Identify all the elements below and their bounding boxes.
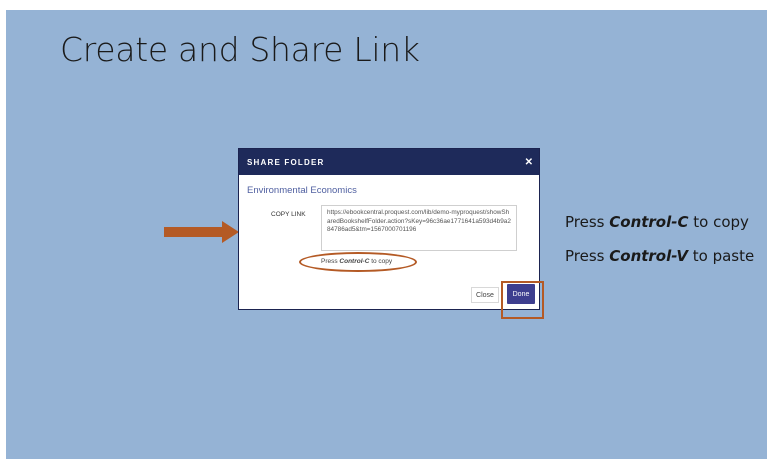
instruction-copy: Press Control-C to copy [565, 213, 749, 231]
dialog-header: SHARE FOLDER ✕ [239, 149, 539, 175]
copy-hint: Press Control-C to copy [321, 258, 392, 265]
instruction-paste-key: Control-V [609, 247, 688, 265]
dialog-title: SHARE FOLDER [247, 157, 325, 167]
done-highlight-frame [501, 281, 544, 319]
copy-hint-prefix: Press [321, 258, 340, 265]
instruction-paste-suffix: to paste [688, 247, 755, 265]
copy-hint-key: Control-C [339, 258, 370, 265]
instruction-paste-prefix: Press [565, 247, 610, 265]
arrow-right-icon [164, 221, 239, 243]
instruction-copy-key: Control-C [609, 213, 689, 231]
slide-title: Create and Share Link [60, 30, 420, 69]
share-folder-dialog: SHARE FOLDER ✕ Environmental Economics C… [238, 148, 540, 310]
instruction-paste: Press Control-V to paste [565, 247, 754, 265]
instruction-copy-suffix: to copy [688, 213, 749, 231]
share-link-field[interactable]: https://ebookcentral.proquest.com/lib/de… [321, 205, 517, 251]
copy-hint-suffix: to copy [369, 258, 393, 265]
instruction-copy-prefix: Press [565, 213, 610, 231]
close-icon[interactable]: ✕ [525, 157, 533, 168]
close-button[interactable]: Close [471, 287, 499, 303]
copy-link-label: COPY LINK [271, 211, 306, 218]
folder-name: Environmental Economics [247, 185, 357, 196]
